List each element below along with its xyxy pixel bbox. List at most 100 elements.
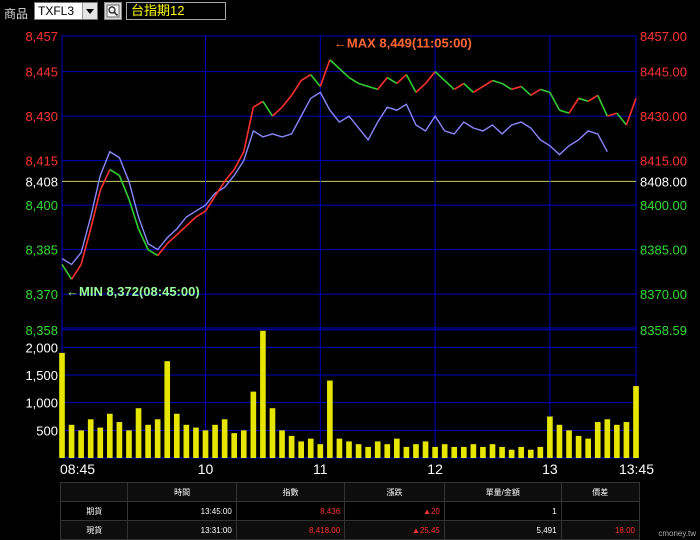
volume-bar <box>298 441 304 458</box>
y-axis-labels: 8,457 8457.00 8,445 8445.00 8,430 8430.00 8,41… <box>25 29 687 438</box>
table-header <box>59 482 129 502</box>
volume-bar <box>221 419 228 458</box>
volume-bar <box>279 430 285 458</box>
y-tick-label-right: 8445.00 <box>640 65 687 80</box>
x-tick-label: 11 <box>313 461 328 477</box>
chevron-down-icon[interactable] <box>82 3 97 19</box>
product-value: TXFL3 <box>38 4 75 18</box>
table-header: 指數 <box>235 482 346 502</box>
table-header: 漲跌 <box>344 482 445 502</box>
futures-segment <box>70 264 82 280</box>
futures-segment <box>338 68 350 79</box>
volume-bar <box>566 430 572 458</box>
volume-bar <box>126 430 132 458</box>
futures-segment <box>578 97 589 103</box>
futures-segment <box>415 82 427 93</box>
volume-bar <box>633 386 639 458</box>
volume-bar <box>250 391 257 458</box>
row-index: 8,436 <box>235 501 346 521</box>
toolbar: 商品 TXFL3 台指期12 <box>0 0 700 24</box>
volume-bar <box>527 449 534 458</box>
volume-bar <box>288 435 295 458</box>
volume-bar <box>365 446 371 458</box>
row-qty: 1 <box>443 501 562 521</box>
futures-segment <box>424 71 436 84</box>
product-select[interactable]: TXFL3 <box>34 2 98 20</box>
y-tick-label-left: 8,457 <box>25 29 58 44</box>
futures-segment <box>367 85 378 91</box>
futures-segment <box>520 85 532 96</box>
x-tick-label: 12 <box>427 461 443 477</box>
futures-segment <box>147 248 159 257</box>
row-name: 期貨 <box>59 501 129 521</box>
futures-segment <box>386 76 398 85</box>
volume-bar <box>154 419 161 458</box>
futures-segment <box>290 80 302 96</box>
futures-segment <box>444 79 455 90</box>
volume-bar <box>585 438 591 458</box>
max-annotation: ←MAX 8,449(11:05:00) <box>334 36 472 51</box>
volume-tick-label: 1,000 <box>25 396 58 411</box>
y-tick-label-left: 8,385 <box>25 243 58 258</box>
volume-bar <box>604 419 611 458</box>
volume-bar <box>202 430 209 458</box>
volume-bar <box>441 444 448 458</box>
futures-segment <box>195 210 206 218</box>
y-tick-label-left: 8,408 <box>25 174 58 189</box>
search-button[interactable] <box>104 2 122 20</box>
volume-bar <box>470 444 477 458</box>
volume-bar <box>614 424 620 458</box>
futures-segment <box>587 94 599 102</box>
volume-bar <box>307 438 314 458</box>
volume-bar <box>135 408 142 458</box>
futures-segment <box>540 88 551 94</box>
row-spread <box>560 501 641 521</box>
x-tick-label: 10 <box>198 461 214 477</box>
row-index: 8,418.00 <box>235 520 346 540</box>
futures-segment <box>300 73 312 82</box>
volume-bar <box>327 380 333 458</box>
volume-bar <box>269 408 276 458</box>
volume-bar <box>489 444 496 458</box>
volume-bar <box>594 422 601 458</box>
futures-segment <box>434 71 446 82</box>
volume-bar <box>97 427 104 458</box>
y-tick-label-left: 8,400 <box>25 198 58 213</box>
y-tick-label-right: 8400.00 <box>640 198 687 213</box>
volume-bar <box>164 361 171 458</box>
x-tick-label: 13 <box>542 461 558 477</box>
volume-bar <box>212 424 218 458</box>
volume-bar <box>384 444 391 458</box>
magnifier-icon <box>106 4 120 18</box>
row-time: 13:45:00 <box>127 501 237 521</box>
futures-segment <box>501 82 513 91</box>
volume-bar <box>87 419 94 458</box>
futures-segment <box>262 100 274 117</box>
y-tick-label-left: 8,430 <box>25 109 58 124</box>
volume-bar <box>499 446 505 458</box>
volume-bars <box>59 330 639 458</box>
futures-segment <box>530 88 541 97</box>
volume-bar <box>260 330 266 458</box>
futures-segment <box>463 82 474 93</box>
table-header: 價差 <box>560 482 641 502</box>
volume-bar <box>460 446 467 458</box>
volume-tick-label: 500 <box>36 423 58 438</box>
volume-bar <box>422 441 429 458</box>
quote-table: 時間 指數 漲跌 單量/金額 價差 期貨 13:45:00 8,436 20 1… <box>59 482 641 540</box>
futures-segment <box>271 106 283 117</box>
volume-bar <box>547 416 553 458</box>
volume-bar <box>413 444 419 458</box>
volume-bar <box>145 424 151 458</box>
y-tick-label-right: 8408.00 <box>640 174 687 189</box>
table-row: 期貨 13:45:00 8,436 20 1 <box>59 501 641 521</box>
y-tick-label-left: 8,415 <box>25 154 58 169</box>
futures-segment <box>625 98 637 126</box>
futures-segment <box>405 74 417 93</box>
table-header: 單量/金額 <box>443 482 562 502</box>
volume-bar <box>394 438 400 458</box>
row-time: 13:31:00 <box>127 520 237 540</box>
futures-segment <box>453 82 465 91</box>
volume-bar <box>68 424 75 458</box>
y-tick-label-right: 8385.00 <box>640 243 687 258</box>
